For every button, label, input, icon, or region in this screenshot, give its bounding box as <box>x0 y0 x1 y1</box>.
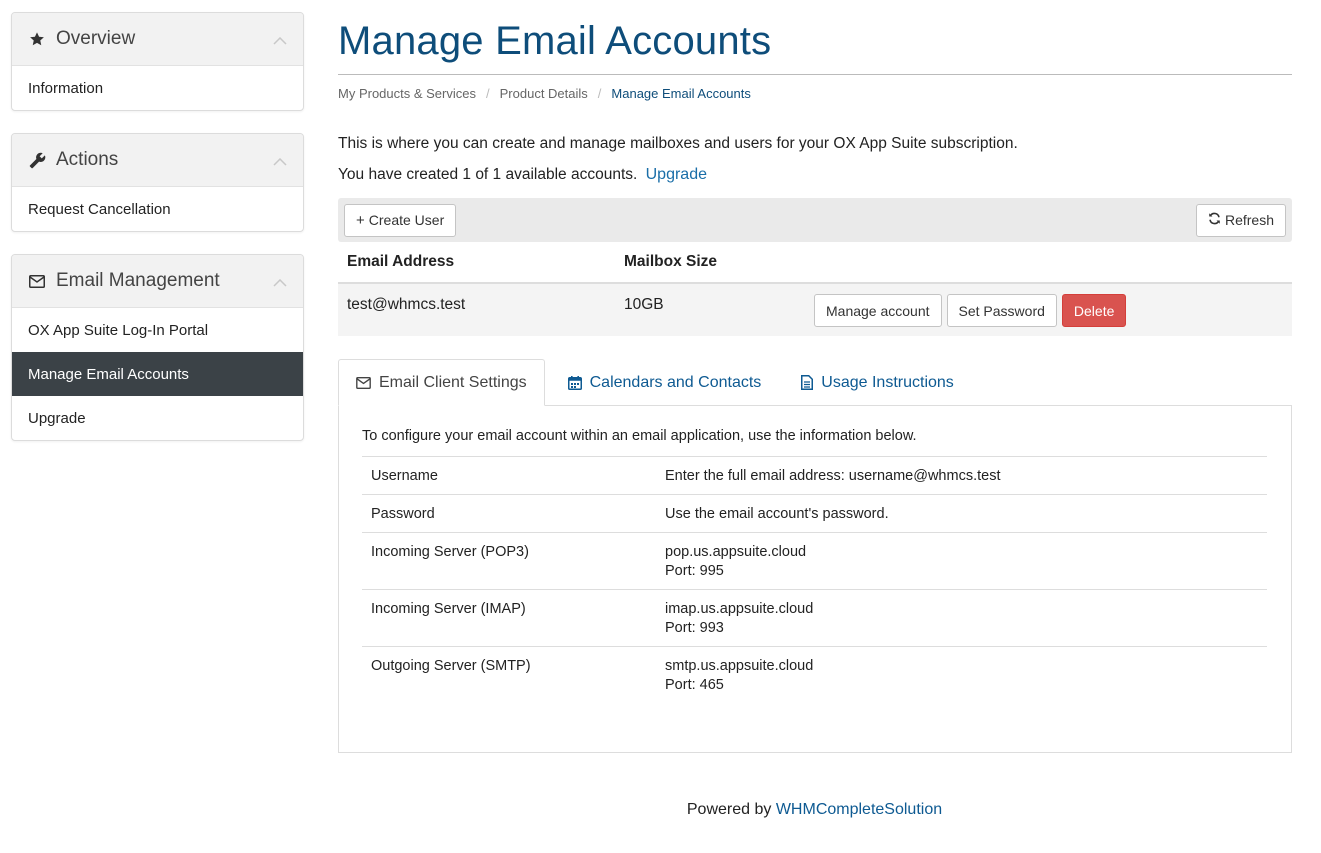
envelope-icon <box>28 272 46 290</box>
tab-label: Email Client Settings <box>379 373 527 391</box>
sidebar: Overview Information Actions Request Can… <box>11 12 304 463</box>
setting-port: Port: 993 <box>665 620 724 636</box>
breadcrumb: My Products & Services / Product Details… <box>338 86 1292 101</box>
setting-value: smtp.us.appsuite.cloud Port: 465 <box>656 646 1267 703</box>
tab-label: Usage Instructions <box>821 373 954 391</box>
table-row: Outgoing Server (SMTP) smtp.us.appsuite.… <box>362 646 1267 703</box>
set-password-button[interactable]: Set Password <box>946 294 1057 327</box>
panel-overview-header[interactable]: Overview <box>12 13 303 66</box>
intro-text: This is where you can create and manage … <box>338 135 1018 152</box>
column-header-email: Email Address <box>347 253 455 270</box>
panel-email-management: Email Management OX App Suite Log-In Por… <box>11 254 304 441</box>
settings-intro: To configure your email account within a… <box>362 428 917 444</box>
sidebar-item-request-cancellation[interactable]: Request Cancellation <box>12 187 303 231</box>
panel-title: Overview <box>56 28 136 49</box>
setting-label: Username <box>362 456 656 495</box>
breadcrumb-separator: / <box>486 86 490 101</box>
setting-port: Port: 465 <box>665 677 724 693</box>
delete-button[interactable]: Delete <box>1061 294 1127 327</box>
table-row: Username Enter the full email address: u… <box>362 456 1267 495</box>
settings-table: Username Enter the full email address: u… <box>362 456 1267 703</box>
tab-email-client-settings[interactable]: Email Client Settings <box>338 359 545 406</box>
setting-value: Enter the full email address: username@w… <box>656 456 1267 495</box>
document-icon <box>801 375 814 390</box>
setting-host: smtp.us.appsuite.cloud <box>665 658 814 674</box>
setting-port: Port: 995 <box>665 563 724 579</box>
wrench-icon <box>28 151 46 169</box>
calendar-icon <box>567 375 582 390</box>
account-size: 10GB <box>624 296 664 313</box>
setting-label: Outgoing Server (SMTP) <box>362 646 656 703</box>
create-user-label: Create User <box>368 212 445 228</box>
setting-label: Incoming Server (POP3) <box>362 532 656 590</box>
page-title: Manage Email Accounts <box>338 19 772 63</box>
setting-value-line: Use the email account's password. <box>665 506 889 522</box>
sidebar-item-manage-email-accounts[interactable]: Manage Email Accounts <box>12 352 303 396</box>
settings-tabs: Email Client Settings Calendars and Cont… <box>338 359 1292 406</box>
breadcrumb-link-product-details[interactable]: Product Details <box>500 86 588 101</box>
chevron-up-icon[interactable] <box>273 274 287 291</box>
breadcrumb-separator: / <box>597 86 602 101</box>
chevron-up-icon[interactable] <box>273 153 287 170</box>
accounts-toolbar: + Create User Refresh <box>338 198 1292 242</box>
sidebar-item-upgrade[interactable]: Upgrade <box>12 396 303 440</box>
column-header-size: Mailbox Size <box>624 253 718 270</box>
quota-line: You have created 1 of 1 available accoun… <box>338 166 1292 184</box>
table-row: Incoming Server (IMAP) imap.us.appsuite.… <box>362 589 1267 647</box>
setting-value-line: Enter the full email address: username@w… <box>665 468 1001 484</box>
star-icon <box>28 30 46 48</box>
setting-host: imap.us.appsuite.cloud <box>665 601 814 617</box>
panel-title: Email Management <box>56 270 220 291</box>
refresh-button[interactable]: Refresh <box>1195 203 1286 237</box>
setting-value: pop.us.appsuite.cloud Port: 995 <box>656 532 1267 590</box>
footer: Powered by WHMCompleteSolution <box>0 801 1321 819</box>
sidebar-item-ox-login-portal[interactable]: OX App Suite Log-In Portal <box>12 308 303 352</box>
panel-actions: Actions Request Cancellation <box>11 133 304 232</box>
refresh-label: Refresh <box>1224 212 1274 228</box>
accounts-table-header: Email Address Mailbox Size <box>338 242 1292 284</box>
setting-label: Password <box>362 494 656 533</box>
setting-host: pop.us.appsuite.cloud <box>665 544 807 560</box>
upgrade-link[interactable]: Upgrade <box>646 166 707 183</box>
manage-account-button[interactable]: Manage account <box>814 294 942 327</box>
title-divider <box>338 74 1292 75</box>
setting-value: Use the email account's password. <box>656 494 1267 533</box>
panel-title: Actions <box>56 149 119 170</box>
tab-label: Calendars and Contacts <box>589 373 762 391</box>
plus-icon: + <box>356 211 365 229</box>
tab-calendars-contacts[interactable]: Calendars and Contacts <box>551 359 779 406</box>
breadcrumb-current: Manage Email Accounts <box>611 86 751 101</box>
tab-usage-instructions[interactable]: Usage Instructions <box>784 359 971 406</box>
table-row: Password Use the email account's passwor… <box>362 494 1267 533</box>
account-email: test@whmcs.test <box>347 296 466 313</box>
footer-link[interactable]: WHMCompleteSolution <box>776 801 942 818</box>
sidebar-item-information[interactable]: Information <box>12 66 303 110</box>
footer-prefix: Powered by <box>686 801 772 818</box>
setting-value: imap.us.appsuite.cloud Port: 993 <box>656 589 1267 647</box>
table-row: test@whmcs.test 10GB Manage account Set … <box>338 284 1292 336</box>
quota-text: You have created 1 of 1 available accoun… <box>338 166 638 183</box>
panel-actions-header[interactable]: Actions <box>12 134 303 187</box>
refresh-icon <box>1208 212 1221 229</box>
panel-overview: Overview Information <box>11 12 304 111</box>
main-content: Manage Email Accounts My Products & Serv… <box>338 12 1292 753</box>
account-actions: Manage account Set Password Delete <box>814 294 1127 327</box>
chevron-up-icon[interactable] <box>273 32 287 49</box>
create-user-button[interactable]: + Create User <box>344 203 457 237</box>
table-row: Incoming Server (POP3) pop.us.appsuite.c… <box>362 532 1267 590</box>
tab-panel-email-client-settings: To configure your email account within a… <box>338 406 1292 753</box>
breadcrumb-link-products[interactable]: My Products & Services <box>338 86 476 101</box>
envelope-icon <box>356 376 371 389</box>
setting-label: Incoming Server (IMAP) <box>362 589 656 647</box>
panel-email-management-header[interactable]: Email Management <box>12 255 303 308</box>
